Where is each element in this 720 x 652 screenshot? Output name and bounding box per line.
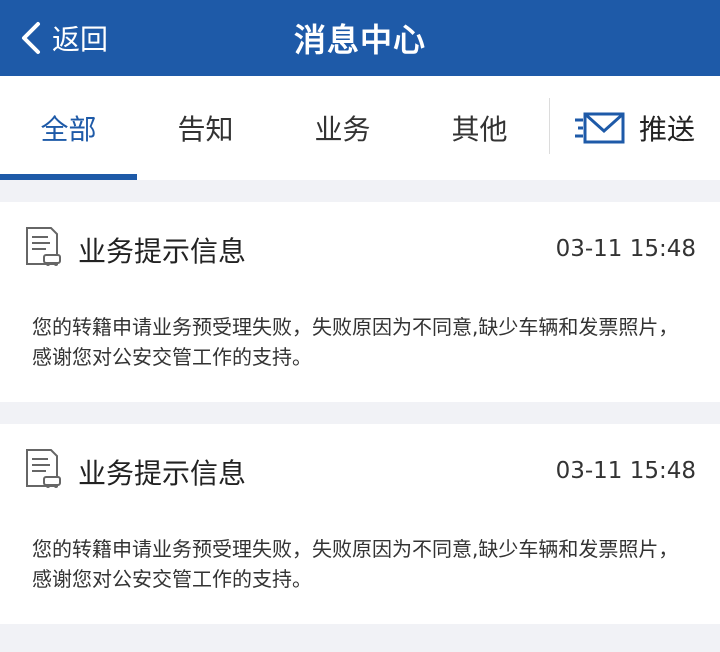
message-time: 03-11 15:48 (555, 236, 696, 262)
message-list: 业务提示信息 03-11 15:48 您的转籍申请业务预受理失败，失败原因为不同… (0, 202, 720, 646)
document-car-icon (26, 227, 61, 266)
tab-label: 全部 (40, 113, 97, 146)
tab-label: 告知 (177, 113, 234, 146)
chevron-left-icon (22, 22, 40, 54)
message-card[interactable]: 业务提示信息 03-11 15:48 您的转籍申请业务预受理失败，失败原因为不同… (0, 202, 720, 402)
tab-bar: 全部 告知 业务 其他 推送 (0, 76, 720, 180)
back-label: 返回 (52, 23, 109, 56)
message-title: 业务提示信息 (78, 235, 247, 268)
push-label: 推送 (638, 113, 695, 146)
tab-business[interactable]: 业务 (274, 76, 411, 180)
tab-all[interactable]: 全部 (0, 76, 137, 180)
app-header: 返回 消息中心 (0, 0, 720, 76)
tab-label: 业务 (314, 113, 371, 146)
back-button[interactable]: 返回 (20, 0, 108, 76)
push-button[interactable]: 推送 (550, 76, 720, 180)
mail-icon (574, 112, 625, 144)
message-body: 您的转籍申请业务预受理失败，失败原因为不同意,缺少车辆和发票照片，感谢您对公安交… (32, 315, 679, 369)
tab-notice[interactable]: 告知 (137, 76, 274, 180)
tab-other[interactable]: 其他 (411, 76, 548, 180)
document-car-icon (26, 449, 61, 488)
message-time: 03-11 15:48 (555, 458, 696, 484)
page-title: 消息中心 (293, 21, 426, 59)
message-title: 业务提示信息 (78, 457, 247, 490)
message-card[interactable]: 业务提示信息 03-11 15:48 您的转籍申请业务预受理失败，失败原因为不同… (0, 424, 720, 624)
tab-label: 其他 (451, 113, 508, 146)
message-body: 您的转籍申请业务预受理失败，失败原因为不同意,缺少车辆和发票照片，感谢您对公安交… (32, 537, 679, 591)
